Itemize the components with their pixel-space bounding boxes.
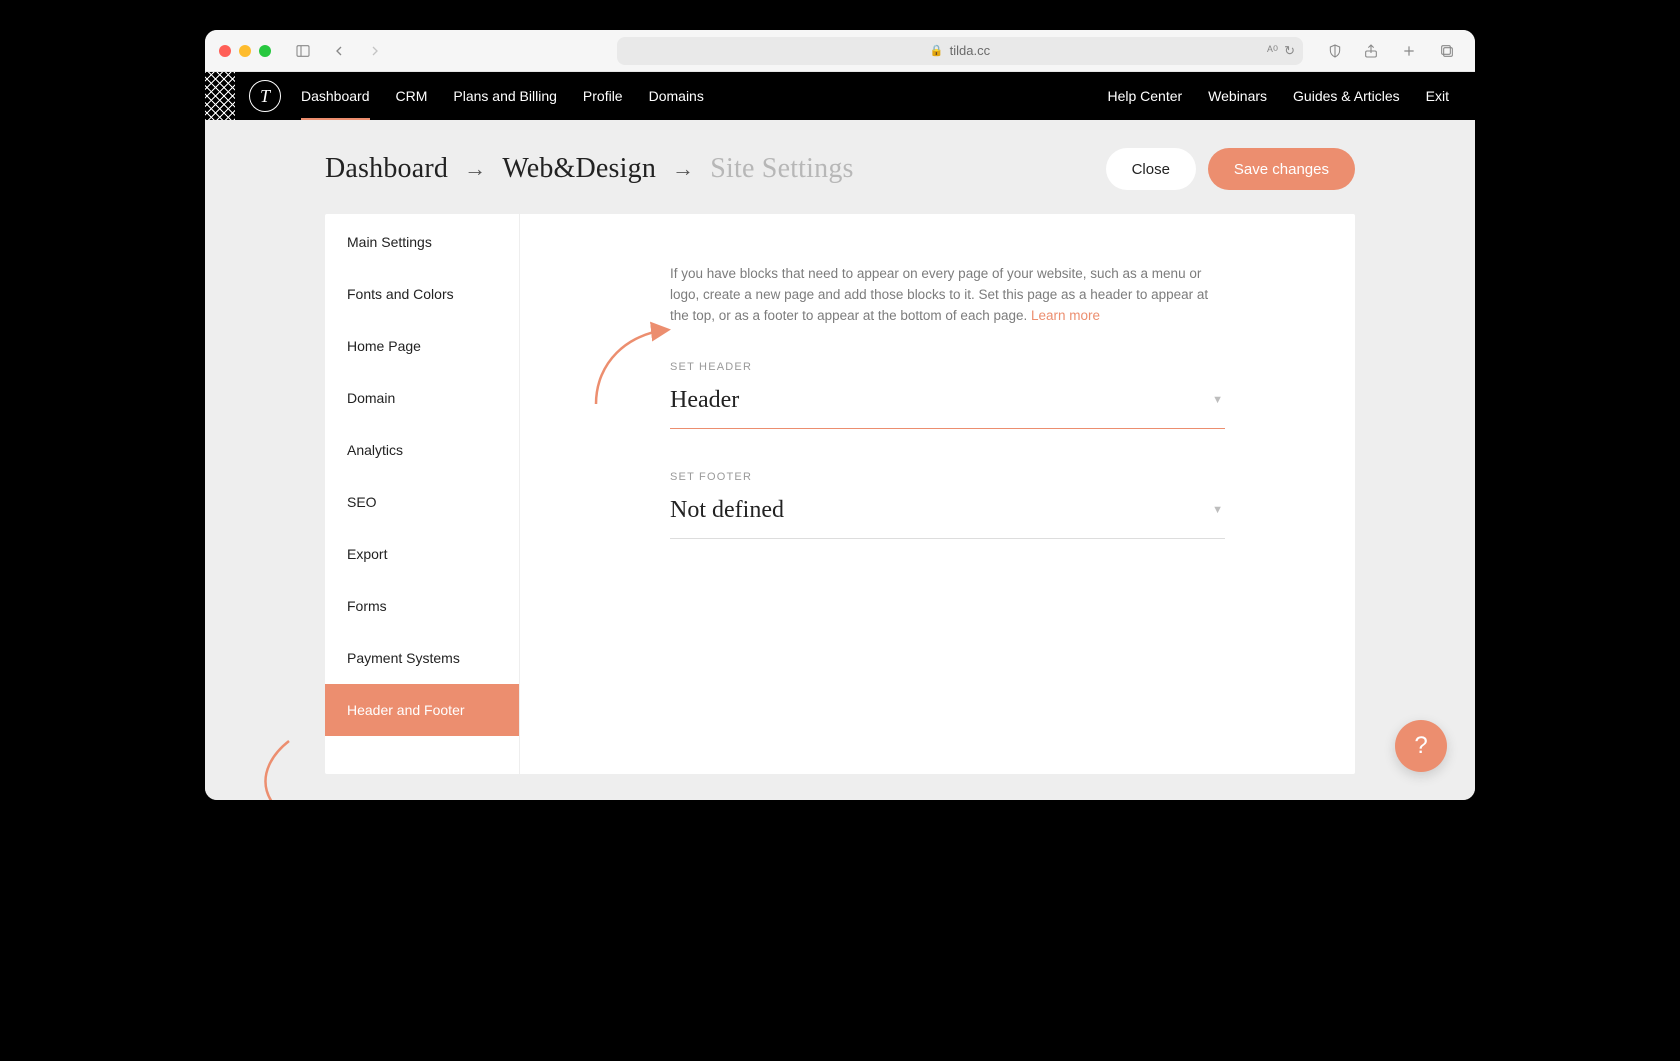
new-tab-icon[interactable]	[1395, 37, 1423, 65]
window-maximize-icon[interactable]	[259, 45, 271, 57]
translate-icon[interactable]: ᴬ⁰	[1267, 43, 1278, 59]
header-actions: Close Save changes	[1106, 148, 1355, 190]
breadcrumb-arrow-icon: →	[464, 156, 486, 182]
footer-select-value: Not defined	[670, 497, 784, 524]
url-bar-actions: ᴬ⁰ ↻	[1267, 43, 1295, 59]
nav-item-dashboard[interactable]: Dashboard	[301, 72, 370, 120]
settings-sidebar: Main SettingsFonts and ColorsHome PageDo…	[325, 214, 520, 774]
breadcrumb-arrow-icon: →	[672, 156, 694, 182]
breadcrumb: Dashboard → Web&Design → Site Settings	[325, 153, 854, 185]
sidebar-toggle-icon[interactable]	[289, 37, 317, 65]
top-nav: T Dashboard CRM Plans and Billing Profile Do…	[205, 72, 1475, 120]
sidebar-item-seo[interactable]: SEO	[325, 476, 519, 528]
sidebar-item-header-and-footer[interactable]: Header and Footer	[325, 684, 519, 736]
breadcrumb-item: Site Settings	[710, 153, 853, 185]
chevron-down-icon: ▼	[1212, 504, 1223, 516]
chevron-down-icon: ▼	[1212, 394, 1223, 406]
set-header-field: SET HEADER Header ▼	[670, 361, 1225, 429]
logo-letter: T	[260, 86, 270, 107]
help-text: If you have blocks that need to appear o…	[670, 264, 1210, 327]
window-minimize-icon[interactable]	[239, 45, 251, 57]
share-icon[interactable]	[1357, 37, 1385, 65]
header-select-value: Header	[670, 387, 739, 414]
nav-item-profile[interactable]: Profile	[583, 72, 623, 120]
nav-item-webinars[interactable]: Webinars	[1208, 88, 1267, 104]
header-select[interactable]: Header ▼	[670, 387, 1225, 429]
page-header: Dashboard → Web&Design → Site Settings Close…	[205, 120, 1475, 214]
help-fab[interactable]: ?	[1395, 720, 1447, 772]
sidebar-item-analytics[interactable]: Analytics	[325, 424, 519, 476]
help-text-body: If you have blocks that need to appear o…	[670, 266, 1208, 323]
chrome-right-actions	[1357, 37, 1461, 65]
sidebar-item-forms[interactable]: Forms	[325, 580, 519, 632]
lock-icon: 🔒	[930, 44, 944, 57]
footer-select[interactable]: Not defined ▼	[670, 497, 1225, 539]
annotation-arrow-header	[588, 322, 678, 417]
url-bar[interactable]: 🔒 tilda.cc ᴬ⁰ ↻	[617, 37, 1303, 65]
sidebar-item-payment-systems[interactable]: Payment Systems	[325, 632, 519, 684]
help-fab-label: ?	[1414, 732, 1427, 760]
close-button[interactable]: Close	[1106, 148, 1196, 190]
browser-chrome: 🔒 tilda.cc ᴬ⁰ ↻	[205, 30, 1475, 72]
breadcrumb-item[interactable]: Web&Design	[502, 153, 656, 185]
nav-item-crm[interactable]: CRM	[396, 72, 428, 120]
logo-icon[interactable]: T	[249, 80, 281, 112]
settings-main: If you have blocks that need to appear o…	[520, 214, 1355, 774]
window-close-icon[interactable]	[219, 45, 231, 57]
learn-more-link[interactable]: Learn more	[1031, 308, 1100, 323]
page-body: Dashboard → Web&Design → Site Settings Close…	[205, 120, 1475, 800]
sidebar-item-export[interactable]: Export	[325, 528, 519, 580]
shield-icon[interactable]	[1321, 37, 1349, 65]
set-footer-field: SET FOOTER Not defined ▼	[670, 471, 1225, 539]
nav-item-plans-and-billing[interactable]: Plans and Billing	[453, 72, 557, 120]
nav-left: Dashboard CRM Plans and Billing Profile Doma…	[301, 72, 704, 120]
nav-item-help-center[interactable]: Help Center	[1107, 88, 1182, 104]
nav-item-guides-articles[interactable]: Guides & Articles	[1293, 88, 1400, 104]
traffic-lights	[219, 45, 271, 57]
save-button[interactable]: Save changes	[1208, 148, 1355, 190]
settings-panel: Main SettingsFonts and ColorsHome PageDo…	[325, 214, 1355, 774]
nav-item-exit[interactable]: Exit	[1426, 88, 1449, 104]
nav-forward-icon[interactable]	[361, 37, 389, 65]
sidebar-item-home-page[interactable]: Home Page	[325, 320, 519, 372]
tabs-icon[interactable]	[1433, 37, 1461, 65]
sidebar-item-fonts-and-colors[interactable]: Fonts and Colors	[325, 268, 519, 320]
nav-right: Help Center Webinars Guides & Articles Exit	[1107, 88, 1449, 104]
set-footer-label: SET FOOTER	[670, 471, 1225, 483]
nav-item-domains[interactable]: Domains	[649, 72, 704, 120]
sidebar-item-main-settings[interactable]: Main Settings	[325, 216, 519, 268]
sidebar-item-domain[interactable]: Domain	[325, 372, 519, 424]
reload-icon[interactable]: ↻	[1284, 43, 1295, 59]
nav-back-icon[interactable]	[325, 37, 353, 65]
url-host: tilda.cc	[950, 43, 990, 58]
breadcrumb-item[interactable]: Dashboard	[325, 153, 448, 185]
browser-window: 🔒 tilda.cc ᴬ⁰ ↻ T Dashboa	[205, 30, 1475, 800]
decoration-zigzag	[205, 72, 235, 120]
set-header-label: SET HEADER	[670, 361, 1225, 373]
